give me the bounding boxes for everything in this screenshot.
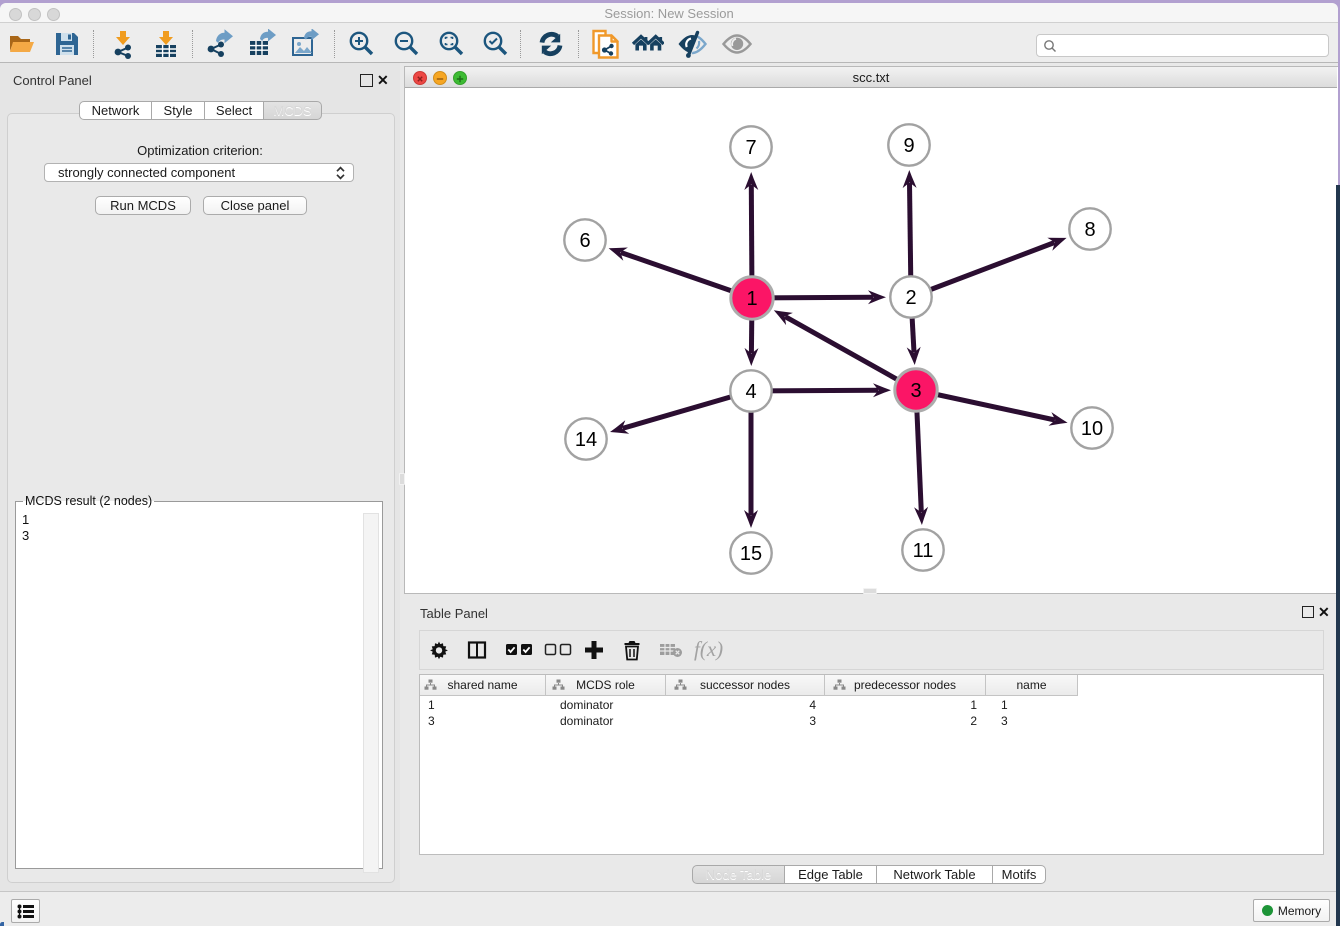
svg-text:11: 11: [913, 540, 934, 562]
svg-text:7: 7: [745, 137, 756, 159]
svg-text:9: 9: [903, 135, 914, 157]
svg-text:14: 14: [575, 429, 597, 451]
svg-text:2: 2: [905, 287, 916, 309]
svg-text:8: 8: [1084, 219, 1095, 241]
svg-text:15: 15: [740, 543, 762, 565]
svg-text:4: 4: [745, 381, 756, 403]
svg-text:1: 1: [746, 288, 757, 310]
svg-text:10: 10: [1081, 418, 1103, 440]
svg-text:6: 6: [579, 230, 590, 252]
svg-text:3: 3: [910, 380, 921, 402]
